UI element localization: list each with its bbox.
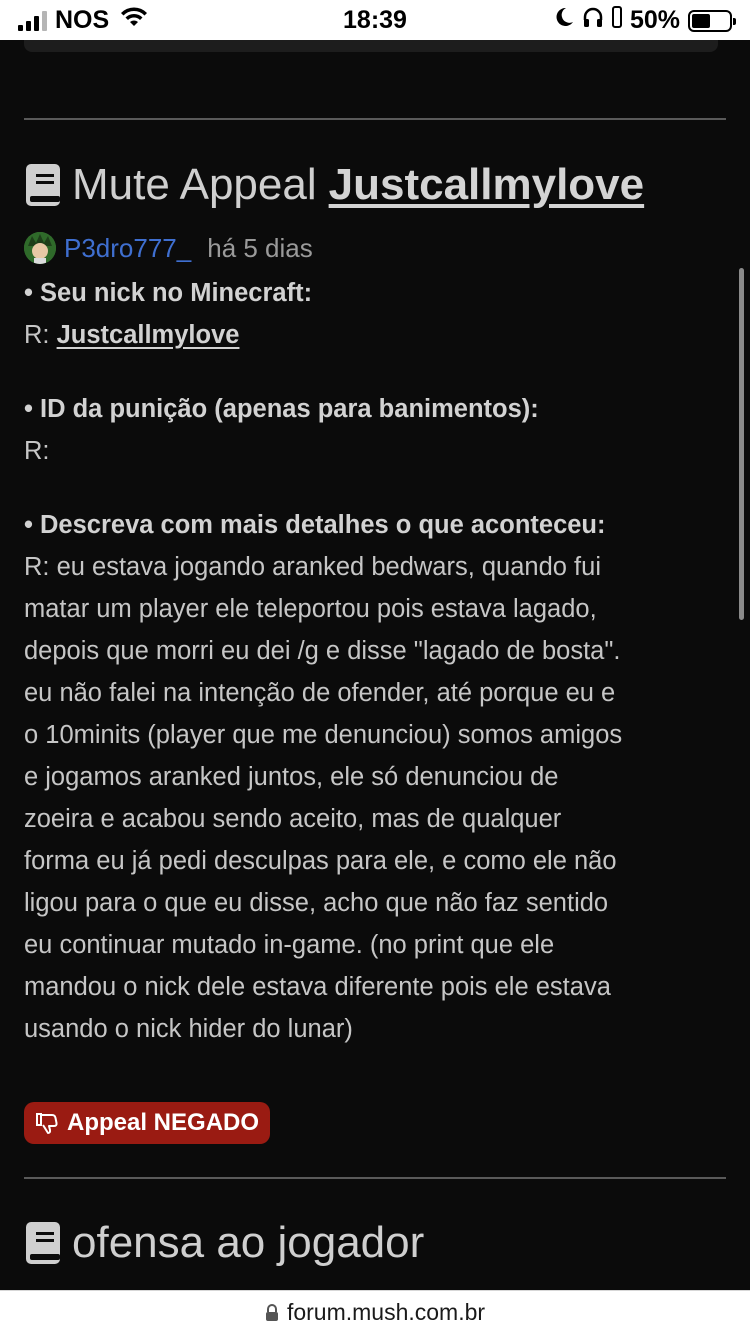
post-title[interactable]: ofensa ao jogador <box>24 1218 424 1268</box>
answer-line: mandou o nick dele estava diferente pois… <box>24 973 611 1001</box>
answer-nick: R: Justcallmylove <box>24 314 729 356</box>
post-title-text: ofensa ao jogador <box>72 1218 425 1267</box>
thread-list: Mute Appeal Justcallmylove P3dro777_ há … <box>0 40 750 1290</box>
battery-percent: 50% <box>629 6 680 34</box>
post-title[interactable]: Mute Appeal Justcallmylove <box>24 160 644 210</box>
book-icon <box>24 1220 64 1266</box>
avatar[interactable] <box>24 232 56 264</box>
answer-line: forma eu já pedi desculpas para ele, e c… <box>24 847 617 875</box>
answer-line: eu continuar mutado in-game. (no print q… <box>24 931 555 959</box>
battery-icon <box>688 9 736 32</box>
divider <box>24 1177 726 1179</box>
answer-line: matar um player ele teleportou pois esta… <box>24 595 597 623</box>
url-text: forum.mush.com.br <box>286 1299 486 1325</box>
moon-icon <box>554 6 574 35</box>
answer-line: o 10minits (player que me denunciou) som… <box>24 721 623 749</box>
answer-line: depois que morri eu dei /g e disse "laga… <box>24 637 621 665</box>
answer-line: usando o nick hider do lunar) <box>24 1015 353 1043</box>
question-details: • Descreva com mais detalhes o que acont… <box>24 511 606 539</box>
previous-post-card <box>24 40 718 52</box>
status-bar: NOS 18:39 50% <box>0 0 750 40</box>
post-title-username[interactable]: Justcallmylove <box>329 160 645 210</box>
post-title-text: Mute Appeal <box>72 160 317 209</box>
question-punishment-id: • ID da punição (apenas para banimentos)… <box>24 395 539 423</box>
thumbs-down-icon <box>35 1112 59 1134</box>
answer-line: ligou para o que eu disse, acho que não … <box>24 889 609 917</box>
url-bar[interactable]: forum.mush.com.br <box>0 1290 750 1334</box>
answer-prefix: R: <box>24 321 50 349</box>
lock-icon <box>265 1303 279 1322</box>
answer-nick-value[interactable]: Justcallmylove <box>57 321 240 349</box>
answer-line: e jogamos aranked juntos, ele só denunci… <box>24 763 559 791</box>
author-link[interactable]: P3dro777_ <box>64 233 191 264</box>
scrollbar[interactable] <box>739 268 744 620</box>
post-time: há 5 dias <box>207 232 313 263</box>
portrait-lock-icon <box>611 6 622 35</box>
post-body: • Seu nick no Minecraft: R: Justcallmylo… <box>24 272 729 1050</box>
divider <box>24 118 726 120</box>
question-nick: • Seu nick no Minecraft: <box>24 279 313 307</box>
post-meta: P3dro777_ há 5 dias <box>24 232 313 264</box>
answer-line: zoeira e acabou sendo aceito, mas de qua… <box>24 805 562 833</box>
status-right: 50% <box>554 6 736 35</box>
headphones-icon <box>582 6 604 35</box>
status-badge-label: Appeal NEGADO <box>67 1109 260 1136</box>
status-badge[interactable]: Appeal NEGADO <box>24 1102 271 1144</box>
answer-details: R: eu estava jogando aranked bedwars, qu… <box>24 546 729 1050</box>
book-icon <box>24 162 64 208</box>
answer-punishment-id: R: <box>24 437 50 465</box>
answer-line: R: eu estava jogando aranked bedwars, qu… <box>24 553 601 581</box>
answer-line: eu não falei na intenção de ofender, até… <box>24 679 616 707</box>
